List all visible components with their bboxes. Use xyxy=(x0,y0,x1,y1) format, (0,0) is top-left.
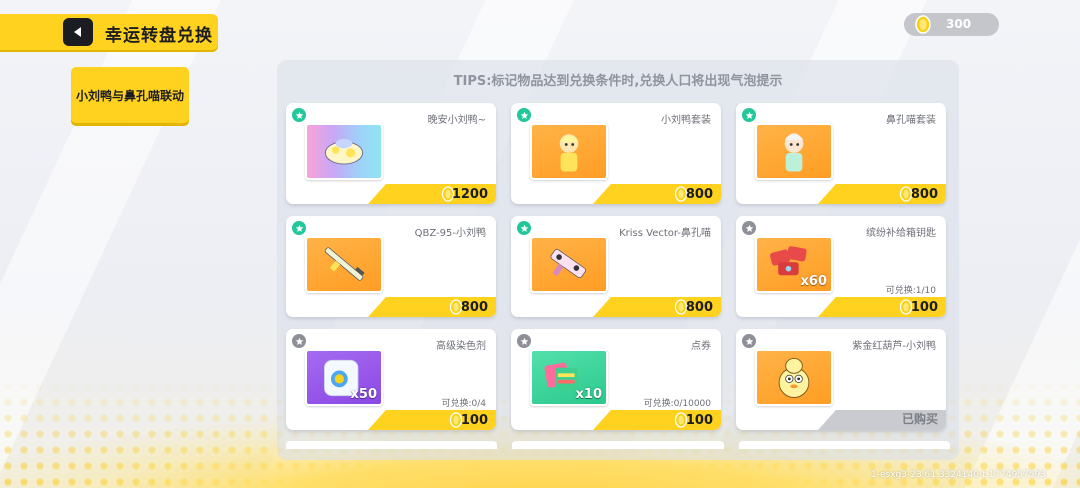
item-card[interactable]: QBZ-95-小刘鸭 800 xyxy=(286,216,496,317)
tab-collab[interactable]: 小刘鸭与鼻孔喵联动 xyxy=(71,67,189,123)
next-row-peek xyxy=(286,441,950,449)
item-name: Kriss Vector-鼻孔喵 xyxy=(619,228,711,239)
item-price: 800 xyxy=(685,300,713,315)
mark-star-icon[interactable] xyxy=(742,334,756,348)
item-price: 800 xyxy=(685,187,713,202)
item-price: 100 xyxy=(910,300,938,315)
item-price: 1200 xyxy=(451,187,488,202)
card-peek xyxy=(738,441,950,449)
item-price: 100 xyxy=(685,413,713,428)
duck-outfit-icon xyxy=(559,134,579,172)
item-price: 800 xyxy=(910,187,938,202)
card-peek xyxy=(512,441,724,449)
exchange-limit: 可兑换:1/10 xyxy=(885,286,936,296)
build-id: 1-esxg3-23.61.3324140-t:1774957593 xyxy=(871,470,1046,480)
currency-value: 300 xyxy=(946,17,972,31)
title-banner: 幸运转盘兑换 xyxy=(0,14,218,50)
item-card[interactable]: 紫金红葫芦-小刘鸭已购买 xyxy=(736,329,946,430)
item-thumbnail xyxy=(530,236,608,293)
item-card[interactable]: 点券 x10 可兑换:0/10000 100 xyxy=(511,329,721,430)
item-card[interactable]: 缤纷补给箱钥匙 x60 可兑换:1/10 100 xyxy=(736,216,946,317)
exchange-limit: 可兑换:0/4 xyxy=(441,399,486,409)
item-quantity: x50 xyxy=(350,387,377,402)
item-price: 100 xyxy=(460,413,488,428)
exchange-limit: 可兑换:0/10000 xyxy=(643,399,711,409)
smg-icon xyxy=(550,248,586,279)
page-title: 幸运转盘兑换 xyxy=(105,26,213,46)
item-name: QBZ-95-小刘鸭 xyxy=(414,228,486,239)
rifle-icon xyxy=(324,247,365,281)
item-name: 晚安小刘鸭~ xyxy=(427,115,486,126)
gold-coin-icon xyxy=(915,15,931,34)
item-quantity: x10 xyxy=(575,387,602,402)
exchange-panel: TIPS:标记物品达到兑换条件时,兑换人口将出现气泡提示 晚安小刘鸭~ 1200 小… xyxy=(277,60,959,460)
mark-star-icon[interactable] xyxy=(742,221,756,235)
item-card[interactable]: 鼻孔喵套装 800 xyxy=(736,103,946,204)
item-card[interactable]: 高级染色剂 x50 可兑换:0/4 100 xyxy=(286,329,496,430)
item-price: 已购买 xyxy=(901,412,938,426)
item-card[interactable]: 晚安小刘鸭~ 1200 xyxy=(286,103,496,204)
item-name: 小刘鸭套装 xyxy=(661,115,711,126)
back-button[interactable] xyxy=(63,18,93,46)
mark-star-icon[interactable] xyxy=(517,108,531,122)
item-thumbnail xyxy=(530,123,608,180)
gourd-duck-icon xyxy=(778,357,810,398)
card-peek xyxy=(286,441,498,449)
item-quantity: x60 xyxy=(800,274,827,289)
item-thumbnail xyxy=(305,123,383,180)
item-thumbnail: x60 xyxy=(755,236,833,293)
mark-star-icon[interactable] xyxy=(517,334,531,348)
item-thumbnail xyxy=(305,236,383,293)
mark-star-icon[interactable] xyxy=(517,221,531,235)
item-name: 高级染色剂 xyxy=(436,341,486,352)
currency-display: 300 xyxy=(904,13,999,36)
item-thumbnail xyxy=(755,123,833,180)
mark-star-icon[interactable] xyxy=(292,108,306,122)
mark-star-icon[interactable] xyxy=(292,221,306,235)
item-thumbnail: x10 xyxy=(530,349,608,406)
item-price: 800 xyxy=(460,300,488,315)
item-name: 点券 xyxy=(691,341,711,352)
cat-outfit-icon xyxy=(784,133,804,172)
item-card[interactable]: Kriss Vector-鼻孔喵 800 xyxy=(511,216,721,317)
item-name: 紫金红葫芦-小刘鸭 xyxy=(852,341,936,352)
back-arrow-icon xyxy=(74,27,81,37)
item-name: 缤纷补给箱钥匙 xyxy=(866,228,936,239)
tips-text: TIPS:标记物品达到兑换条件时,兑换人口将出现气泡提示 xyxy=(453,74,783,89)
mark-star-icon[interactable] xyxy=(742,108,756,122)
duck-plush-icon xyxy=(324,138,364,165)
item-name: 鼻孔喵套装 xyxy=(886,115,936,126)
item-card[interactable]: 小刘鸭套装 800 xyxy=(511,103,721,204)
mark-star-icon[interactable] xyxy=(292,334,306,348)
item-thumbnail xyxy=(755,349,833,406)
item-thumbnail: x50 xyxy=(305,349,383,406)
